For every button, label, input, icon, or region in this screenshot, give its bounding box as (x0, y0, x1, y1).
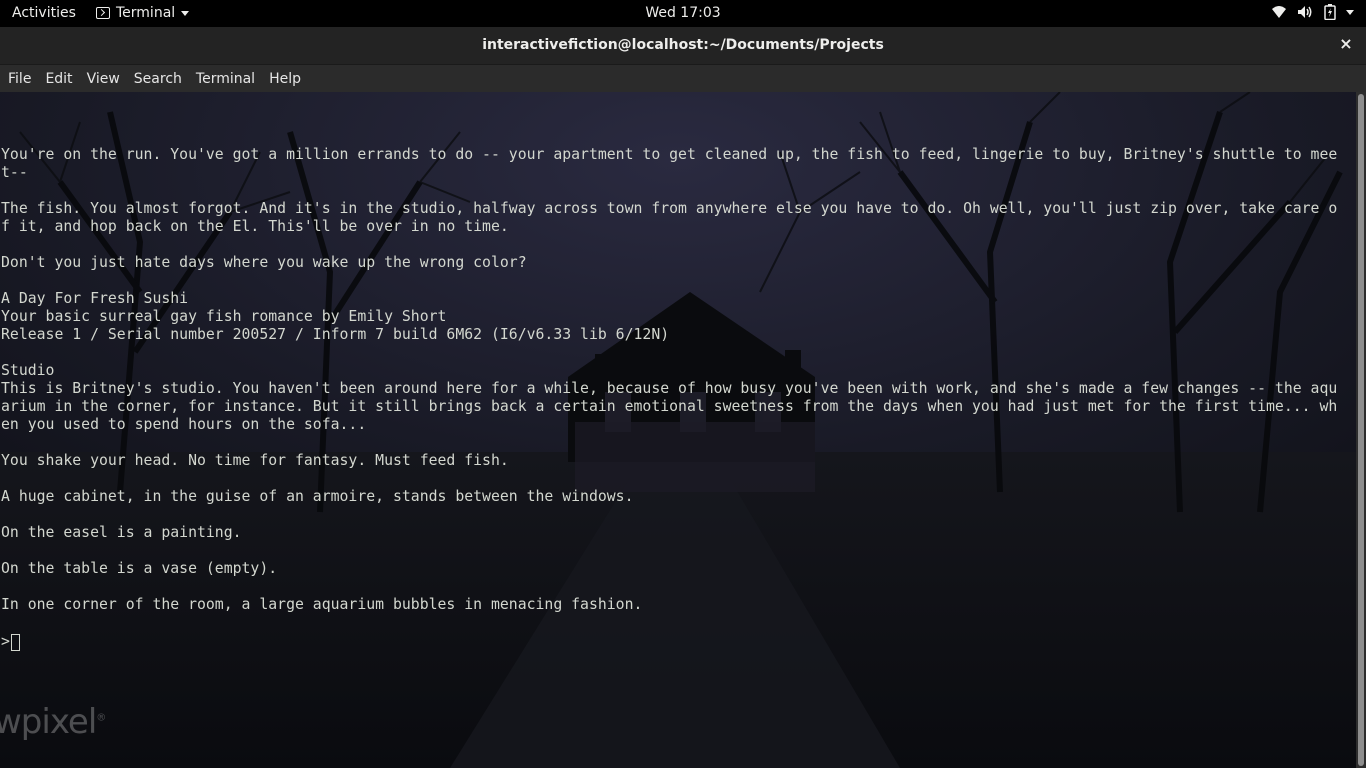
scrollbar-thumb[interactable] (1358, 94, 1364, 766)
wifi-icon (1271, 5, 1287, 19)
battery-icon (1324, 4, 1336, 20)
menu-search[interactable]: Search (127, 71, 189, 87)
system-menu-caret-icon (1346, 9, 1354, 15)
menubar: File Edit View Search Terminal Help (0, 65, 1366, 93)
prompt-line[interactable]: > (1, 633, 20, 651)
window-titlebar[interactable]: interactivefiction@localhost:~/Documents… (0, 27, 1366, 65)
menu-view[interactable]: View (80, 71, 127, 87)
menu-edit[interactable]: Edit (38, 71, 79, 87)
top-panel: Activities Terminal Wed 17:03 (0, 0, 1366, 27)
menu-terminal[interactable]: Terminal (189, 71, 262, 87)
terminal-output: You're on the run. You've got a million … (1, 146, 1338, 613)
prompt-symbol: > (1, 633, 10, 650)
terminal-viewport[interactable]: You're on the run. You've got a million … (0, 92, 1356, 768)
watermark-text: wpixel (0, 702, 97, 742)
text-cursor (10, 633, 20, 651)
volume-icon (1297, 5, 1314, 19)
menu-help[interactable]: Help (262, 71, 308, 87)
close-icon[interactable]: × (1338, 35, 1354, 53)
clock[interactable]: Wed 17:03 (0, 5, 1366, 21)
terminal-window: interactivefiction@localhost:~/Documents… (0, 27, 1366, 768)
system-status-area[interactable] (1271, 4, 1354, 20)
menu-file[interactable]: File (1, 71, 38, 87)
window-title: interactivefiction@localhost:~/Documents… (482, 37, 884, 53)
terminal-scrollbar[interactable] (1356, 92, 1366, 768)
watermark-logo: wpixel® (0, 702, 106, 742)
